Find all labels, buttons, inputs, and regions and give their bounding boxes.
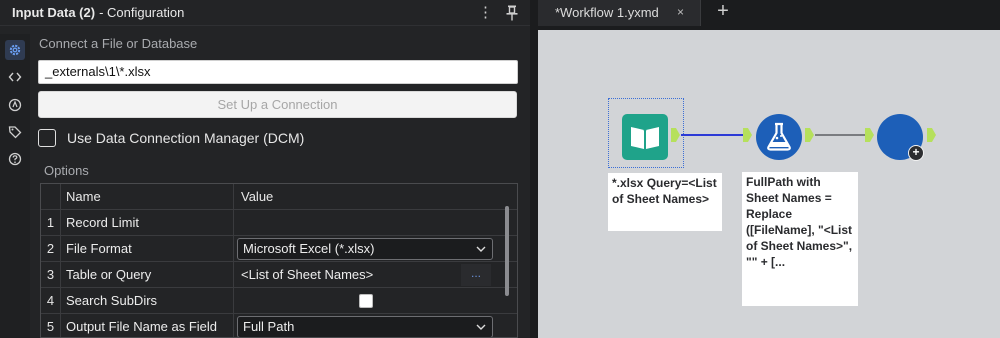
input-annotation: *.xlsx Query=<List of Sheet Names>: [608, 173, 722, 231]
row-number: 3: [41, 262, 61, 288]
search-subdirs-cell: [235, 288, 501, 314]
row-name: File Format: [66, 236, 234, 262]
add-tab-button[interactable]: +: [712, 1, 734, 23]
output-filename-cell: Full Path: [235, 314, 501, 337]
row-name: Output File Name as Field: [66, 314, 234, 337]
app-window: Input Data (2) - Configuration ⋮ Connect…: [0, 0, 1000, 338]
gear-icon[interactable]: [5, 40, 25, 60]
file-format-cell: Microsoft Excel (*.xlsx): [235, 236, 501, 262]
panel-title: Input Data (2) - Configuration: [12, 5, 184, 20]
grid-scrollbar[interactable]: [505, 206, 509, 296]
browse-query-button[interactable]: ...: [461, 264, 491, 286]
table-row[interactable]: 3 Table or Query <List of Sheet Names> .…: [41, 262, 517, 288]
dcm-label: Use Data Connection Manager (DCM): [67, 130, 305, 146]
file-format-value: Microsoft Excel (*.xlsx): [243, 241, 375, 256]
row-name: Record Limit: [66, 210, 234, 236]
input-anchor[interactable]: [743, 128, 752, 142]
row-number: 2: [41, 236, 61, 262]
output-anchor[interactable]: [927, 128, 936, 142]
table-row[interactable]: 1 Record Limit: [41, 210, 517, 236]
pin-icon[interactable]: [504, 4, 520, 22]
record-limit-value[interactable]: [235, 210, 501, 236]
flask-icon: [767, 122, 791, 151]
formula-annotation: FullPath with Sheet Names = Replace ([Fi…: [742, 172, 858, 306]
grid-header-value-label: Value: [241, 189, 274, 204]
connection-line[interactable]: [815, 134, 865, 136]
panel-title-tool: Input Data (2): [12, 5, 96, 20]
output-anchor[interactable]: [805, 128, 814, 142]
options-label: Options: [44, 163, 89, 178]
output-filename-select[interactable]: Full Path: [237, 316, 493, 337]
setup-connection-button[interactable]: Set Up a Connection: [38, 91, 517, 118]
file-path-input[interactable]: _externals\1\*.xlsx: [38, 60, 518, 84]
output-filename-value: Full Path: [243, 319, 295, 334]
grid-header-value: Value: [235, 184, 501, 210]
close-icon[interactable]: ×: [677, 5, 684, 19]
chevron-down-icon: [476, 246, 486, 252]
tab-label: *Workflow 1.yxmd: [555, 5, 659, 20]
table-query-value: <List of Sheet Names>: [241, 267, 374, 282]
book-icon: [631, 127, 659, 149]
plus-icon[interactable]: +: [908, 145, 924, 161]
configuration-panel: Input Data (2) - Configuration ⋮ Connect…: [0, 0, 530, 338]
chevron-down-icon: [476, 324, 486, 330]
workflow-tabstrip: *Workflow 1.yxmd × +: [538, 0, 1000, 26]
code-icon[interactable]: [5, 67, 25, 87]
table-query-cell[interactable]: <List of Sheet Names> ...: [235, 262, 501, 288]
panel-header: Input Data (2) - Configuration ⋮: [0, 0, 530, 26]
help-icon[interactable]: [5, 149, 25, 169]
dcm-checkbox[interactable]: [38, 129, 56, 147]
tool-icon[interactable]: [5, 95, 25, 115]
table-row[interactable]: 2 File Format Microsoft Excel (*.xlsx): [41, 236, 517, 262]
row-name: Search SubDirs: [66, 288, 234, 314]
more-options-icon[interactable]: ⋮: [478, 3, 493, 23]
row-name: Table or Query: [66, 262, 234, 288]
input-anchor[interactable]: [865, 128, 874, 142]
row-number: 5: [41, 314, 61, 337]
workflow-canvas[interactable]: + *.xlsx Query=<List of Sheet Names> Ful…: [538, 30, 1000, 338]
options-grid: Name Value 1 Record Limit 2 File Format …: [40, 183, 518, 338]
grid-header-num: [41, 184, 61, 210]
grid-header-row: Name Value: [41, 184, 517, 210]
table-row[interactable]: 4 Search SubDirs: [41, 288, 517, 314]
row-number: 1: [41, 210, 61, 236]
connection-line[interactable]: [681, 134, 743, 136]
table-row[interactable]: 5 Output File Name as Field Full Path: [41, 314, 517, 337]
side-rail: [0, 34, 30, 338]
file-format-select[interactable]: Microsoft Excel (*.xlsx): [237, 238, 493, 260]
row-number: 4: [41, 288, 61, 314]
connect-label: Connect a File or Database: [39, 36, 198, 51]
dcm-row: Use Data Connection Manager (DCM): [38, 128, 304, 148]
panel-title-subtitle: - Configuration: [99, 5, 185, 20]
formula-tool[interactable]: [756, 114, 802, 160]
tab-workflow-1[interactable]: *Workflow 1.yxmd ×: [538, 0, 701, 26]
input-data-tool[interactable]: [622, 114, 668, 160]
grid-header-name: Name: [66, 184, 234, 210]
search-subdirs-checkbox[interactable]: [359, 294, 373, 308]
tag-icon[interactable]: [5, 122, 25, 142]
